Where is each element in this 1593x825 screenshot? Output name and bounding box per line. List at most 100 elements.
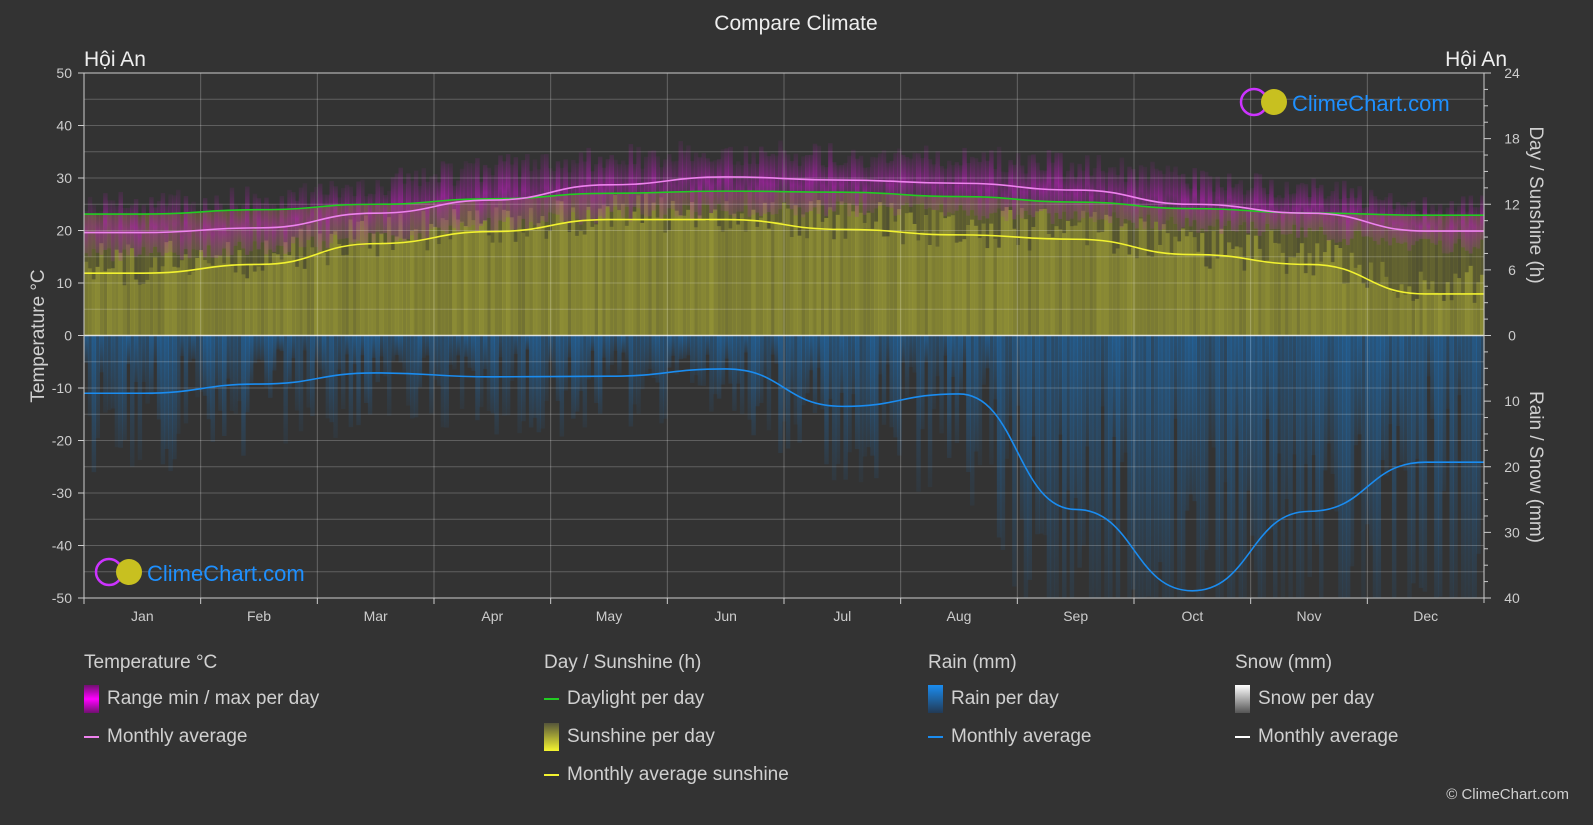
sunshine-day-bar <box>1422 280 1428 336</box>
temp-range-bar <box>966 162 971 216</box>
temp-range-bar <box>448 163 453 226</box>
sunshine-day-bar <box>406 240 411 336</box>
rain-day-bar <box>912 335 917 373</box>
legend-item: Monthly average <box>1235 718 1398 756</box>
sunshine-day-bar <box>1223 254 1228 336</box>
sunshine-day-bar <box>594 224 599 336</box>
rain-day-bar <box>555 335 561 401</box>
rain-day-bar <box>889 335 894 428</box>
temp-range-bar <box>191 201 196 250</box>
temp-range-bar <box>310 191 315 237</box>
sunshine-day-bar <box>390 249 396 336</box>
sunshine-day-bar <box>137 284 143 336</box>
sunshine-day-bar <box>1414 298 1420 336</box>
temp-range-bar <box>406 173 411 240</box>
temp-range-bar <box>820 165 825 206</box>
temp-range-bar <box>674 160 680 217</box>
sunshine-day-bar <box>601 204 607 336</box>
line-swatch-icon <box>1235 736 1250 738</box>
temp-range-bar <box>371 194 377 243</box>
rain-day-bar <box>709 335 714 412</box>
temp-range-bar <box>375 179 380 233</box>
temp-range-bar <box>130 205 135 249</box>
temp-range-bar <box>463 161 469 228</box>
left-tick-label: 10 <box>56 275 72 291</box>
temp-range-bar <box>1273 197 1278 230</box>
sunshine-day-bar <box>306 225 311 336</box>
watermark-text: ClimeChart.com <box>1292 91 1450 116</box>
left-tick-label: 30 <box>56 170 72 186</box>
temp-range-bar <box>1411 200 1416 246</box>
sunshine-day-bar <box>993 238 998 336</box>
sunshine-day-bar <box>371 233 377 336</box>
sunshine-day-bar <box>1372 281 1378 336</box>
temp-range-bar <box>1223 190 1228 226</box>
rain-day-bar <box>613 335 618 351</box>
rain-day-bar <box>448 335 453 365</box>
sunshine-day-bar <box>1108 216 1113 336</box>
temp-range-bar <box>766 156 772 213</box>
temp-range-bar <box>743 146 749 206</box>
temp-range-bar <box>720 149 726 211</box>
rain-day-bar <box>927 335 933 488</box>
temp-range-bar <box>843 162 848 204</box>
rain-day-bar <box>137 335 143 460</box>
left-tick-label: 20 <box>56 223 72 239</box>
sunshine-day-bar <box>751 209 756 336</box>
rain-day-bar <box>91 335 97 473</box>
rain-day-bar <box>1284 335 1289 500</box>
rain-day-bar <box>467 335 472 368</box>
temp-range-bar <box>498 155 503 221</box>
sunshine-day-bar <box>620 203 626 336</box>
sunshine-day-bar <box>521 232 526 336</box>
sunshine-day-bar <box>889 202 894 336</box>
temp-range-bar <box>505 154 511 218</box>
sunshine-day-bar <box>1184 236 1190 336</box>
temp-range-bar <box>874 157 879 209</box>
rain-day-bar <box>206 335 212 420</box>
rain-day-bar <box>107 335 112 411</box>
temp-range-bar <box>943 168 948 216</box>
sunshine-day-bar <box>1046 234 1052 336</box>
sunshine-day-bar <box>1134 258 1140 336</box>
rain-day-bar <box>1445 335 1451 409</box>
temp-range-bar <box>617 164 622 211</box>
temp-range-bar <box>475 158 480 233</box>
temp-range-bar <box>716 159 722 204</box>
temp-range-bar <box>1422 197 1428 239</box>
temp-range-bar <box>1200 170 1205 229</box>
sunshine-day-bar <box>268 264 273 336</box>
temp-range-bar <box>1165 165 1171 221</box>
sunshine-day-bar <box>1008 209 1013 336</box>
sunshine-day-bar <box>133 279 139 336</box>
sunshine-day-bar <box>229 264 235 336</box>
temp-range-bar <box>444 163 449 234</box>
rain-day-bar <box>517 335 522 434</box>
legend-label: Monthly average sunshine <box>567 764 789 785</box>
sunshine-day-bar <box>690 201 695 336</box>
rain-day-bar <box>302 335 308 351</box>
sunshine-day-bar <box>1131 247 1136 336</box>
logo-sun-icon <box>116 559 142 585</box>
rain-day-bar <box>306 335 311 408</box>
temp-range-bar <box>1399 205 1405 244</box>
sunshine-day-bar <box>471 220 476 336</box>
temp-range-bar <box>252 193 258 242</box>
rain-day-bar <box>126 335 131 365</box>
temp-range-bar <box>770 153 776 215</box>
temp-range-bar <box>199 213 204 253</box>
temp-range-bar <box>1123 181 1128 219</box>
rain-day-bar <box>402 335 407 372</box>
temp-range-bar <box>544 154 549 222</box>
sunshine-day-bar <box>981 223 986 336</box>
sunshine-day-bar <box>1353 267 1359 336</box>
legend-item: Range min / max per day <box>84 680 319 718</box>
sunshine-day-bar <box>218 255 223 336</box>
temp-range-bar <box>877 153 883 207</box>
temp-range-bar <box>118 191 123 261</box>
rain-day-bar <box>724 335 729 359</box>
sunshine-day-bar <box>678 215 683 336</box>
rain-day-bar <box>486 335 492 412</box>
legend-label: Range min / max per day <box>107 688 320 709</box>
rain-day-bar <box>394 335 400 356</box>
